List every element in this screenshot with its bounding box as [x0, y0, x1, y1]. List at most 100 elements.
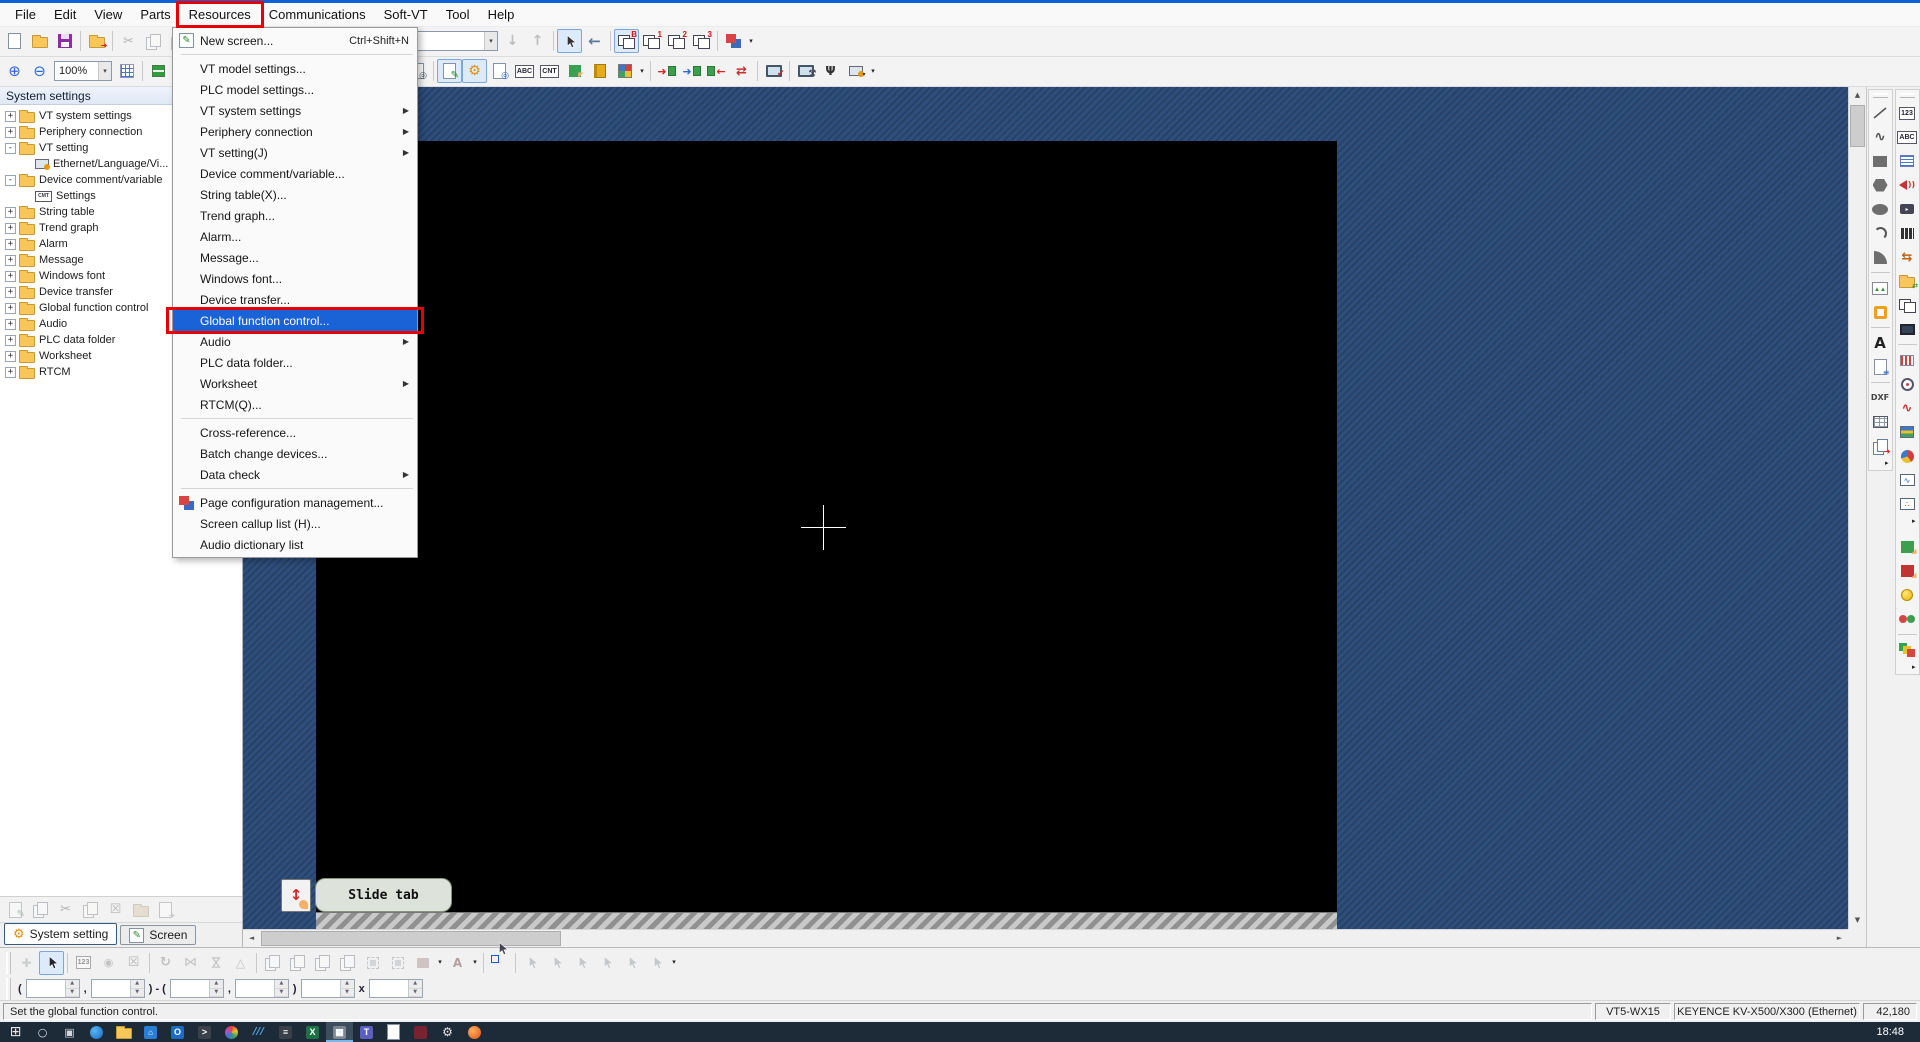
coordinate-spinner-1[interactable]: ▲▼	[26, 979, 80, 998]
wave-app-taskbar-button[interactable]: ///	[245, 1022, 272, 1042]
move-up-button[interactable]: ↑	[525, 29, 550, 53]
anchor-parts-button[interactable]: A	[445, 951, 470, 975]
spinner-buttons[interactable]: ▲▼	[209, 980, 223, 997]
window-2-button[interactable]: 2	[664, 29, 689, 53]
more-options-caret[interactable]: ▾	[868, 68, 878, 75]
media-app-taskbar-button[interactable]	[407, 1022, 434, 1042]
viewer-button[interactable]	[1896, 317, 1919, 341]
tab-system-setting[interactable]: ⚙System setting	[4, 923, 117, 945]
menu-item-plc-model-settings[interactable]: PLC model settings...	[173, 79, 417, 100]
lamp-button[interactable]	[1896, 583, 1919, 607]
scroll-down-arrow-icon[interactable]: ▼	[1849, 912, 1866, 929]
vt-studio-taskbar-button[interactable]: ▦	[326, 1022, 353, 1042]
menu-item-windows-font[interactable]: Windows font...	[173, 268, 417, 289]
menu-item-screen-callup-list-h[interactable]: Screen callup list (H)...	[173, 513, 417, 534]
start-taskbar-button[interactable]: ⊞	[2, 1022, 29, 1042]
recipe-button[interactable]: ⇄	[1896, 269, 1919, 293]
edit-screen-button[interactable]: ✎	[3, 898, 28, 922]
tree-expander[interactable]: +	[5, 255, 16, 266]
horizontal-scroll-thumb[interactable]	[261, 931, 561, 946]
usb-connect-button[interactable]: Ψ	[818, 59, 843, 83]
select-object-button[interactable]	[557, 29, 582, 53]
coordinate-spinner-4[interactable]: ▲▼	[235, 979, 289, 998]
menubar-item-help[interactable]: Help	[479, 3, 524, 26]
menu-item-vt-model-settings[interactable]: VT model settings...	[173, 58, 417, 79]
coordinate-spinner-6[interactable]: ▲▼	[369, 979, 423, 998]
menu-item-new-screen[interactable]: ✎New screen...Ctrl+Shift+N	[173, 30, 417, 51]
scroll-right-arrow-icon[interactable]: ►	[1831, 930, 1848, 947]
menu-item-global-function-control[interactable]: Global function control...	[173, 310, 417, 331]
move-down-button[interactable]: ↓	[500, 29, 525, 53]
new-file-button[interactable]	[2, 29, 27, 53]
store-taskbar-button[interactable]: ⌂	[137, 1022, 164, 1042]
select-polygon-button[interactable]	[569, 951, 594, 975]
mixer-app-taskbar-button[interactable]: ≡	[272, 1022, 299, 1042]
search-taskbar-button[interactable]: ○	[29, 1022, 56, 1042]
settings-taskbar-button[interactable]: ⚙	[434, 1022, 461, 1042]
screen-copy-button[interactable]: ➜	[1869, 434, 1892, 458]
system-setting-button[interactable]: ⚙	[462, 59, 487, 83]
tree-expander[interactable]: +	[5, 335, 16, 346]
arc-button[interactable]	[1869, 221, 1892, 245]
screen-resize-strip[interactable]	[316, 912, 1337, 929]
spinner-buttons[interactable]: ▲▼	[130, 980, 144, 997]
menu-item-alarm[interactable]: Alarm...	[173, 226, 417, 247]
select-rect-button[interactable]	[544, 951, 569, 975]
multi-lamp-button[interactable]	[1896, 607, 1919, 631]
screen-combo-select[interactable]: ▾	[412, 31, 498, 51]
tree-expander[interactable]: +	[5, 319, 16, 330]
menu-item-string-table-x[interactable]: String table(X)...	[173, 184, 417, 205]
spinner-down-icon[interactable]: ▼	[341, 989, 354, 998]
spinner-up-icon[interactable]: ▲	[275, 980, 288, 989]
more-options-caret[interactable]: ▾	[669, 959, 679, 966]
menu-item-periphery-connection[interactable]: Periphery connection▶	[173, 121, 417, 142]
browser-taskbar-button[interactable]	[83, 1022, 110, 1042]
cursor-button[interactable]	[39, 951, 64, 975]
spinner-down-icon[interactable]: ▼	[210, 989, 223, 998]
level-meter-button[interactable]	[1896, 348, 1919, 372]
window-base-button[interactable]: B	[614, 29, 639, 53]
spinner-buttons[interactable]: ▲▼	[408, 980, 422, 997]
menu-item-cross-reference[interactable]: Cross-reference...	[173, 422, 417, 443]
menu-item-audio-dictionary-list[interactable]: Audio dictionary list	[173, 534, 417, 555]
list-display-button[interactable]	[1896, 149, 1919, 173]
free-graph-button[interactable]: ∿	[1896, 396, 1919, 420]
menu-item-device-transfer[interactable]: Device transfer...	[173, 289, 417, 310]
text-display-button[interactable]: ABC	[512, 59, 537, 83]
audio-parts-button[interactable]: ))	[1896, 173, 1919, 197]
more-parts-caret[interactable]: ▸	[1912, 518, 1916, 525]
file-explorer-taskbar-button[interactable]	[110, 1022, 137, 1042]
cut-button[interactable]: ✂	[53, 898, 78, 922]
tree-expander[interactable]: +	[5, 239, 16, 250]
memo-button[interactable]: ≡	[1869, 355, 1892, 379]
menubar-item-view[interactable]: View	[85, 3, 131, 26]
tree-expander[interactable]: +	[5, 303, 16, 314]
window-3-button[interactable]: 3	[689, 29, 714, 53]
copy-button[interactable]	[28, 898, 53, 922]
analog-meter-button[interactable]	[1896, 372, 1919, 396]
tree-expander[interactable]: +	[5, 367, 16, 378]
more-options-caret[interactable]: ▾	[637, 68, 647, 75]
unit-config-button[interactable]	[146, 59, 171, 83]
open-screen-button[interactable]: ➜	[84, 29, 109, 53]
more-options-caret[interactable]: ▾	[470, 959, 480, 966]
menu-item-rtcm-q[interactable]: RTCM(Q)...	[173, 394, 417, 415]
spinner-buttons[interactable]: ▲▼	[340, 980, 354, 997]
parts-group-button[interactable]	[1896, 638, 1919, 662]
send-back-button[interactable]	[285, 951, 310, 975]
transfer-to-vt-button[interactable]: ➜	[654, 59, 679, 83]
spinner-down-icon[interactable]: ▼	[409, 989, 422, 998]
terminal-taskbar-button[interactable]: >	[191, 1022, 218, 1042]
network-device-button[interactable]: ▾	[843, 59, 868, 83]
copy-button[interactable]	[141, 29, 166, 53]
more-parts-caret[interactable]: ▸	[1912, 664, 1916, 671]
preview-button[interactable]: ◎	[487, 59, 512, 83]
dxf-button[interactable]: DXF	[1869, 386, 1892, 410]
spinner-up-icon[interactable]: ▲	[409, 980, 422, 989]
numeric-display-button[interactable]: 123	[1896, 101, 1919, 125]
vertical-scroll-thumb[interactable]	[1850, 105, 1865, 147]
text-tool-button[interactable]: A	[1869, 331, 1892, 355]
tree-expander[interactable]: +	[5, 111, 16, 122]
library-button[interactable]	[587, 59, 612, 83]
tree-expander[interactable]: +	[5, 287, 16, 298]
